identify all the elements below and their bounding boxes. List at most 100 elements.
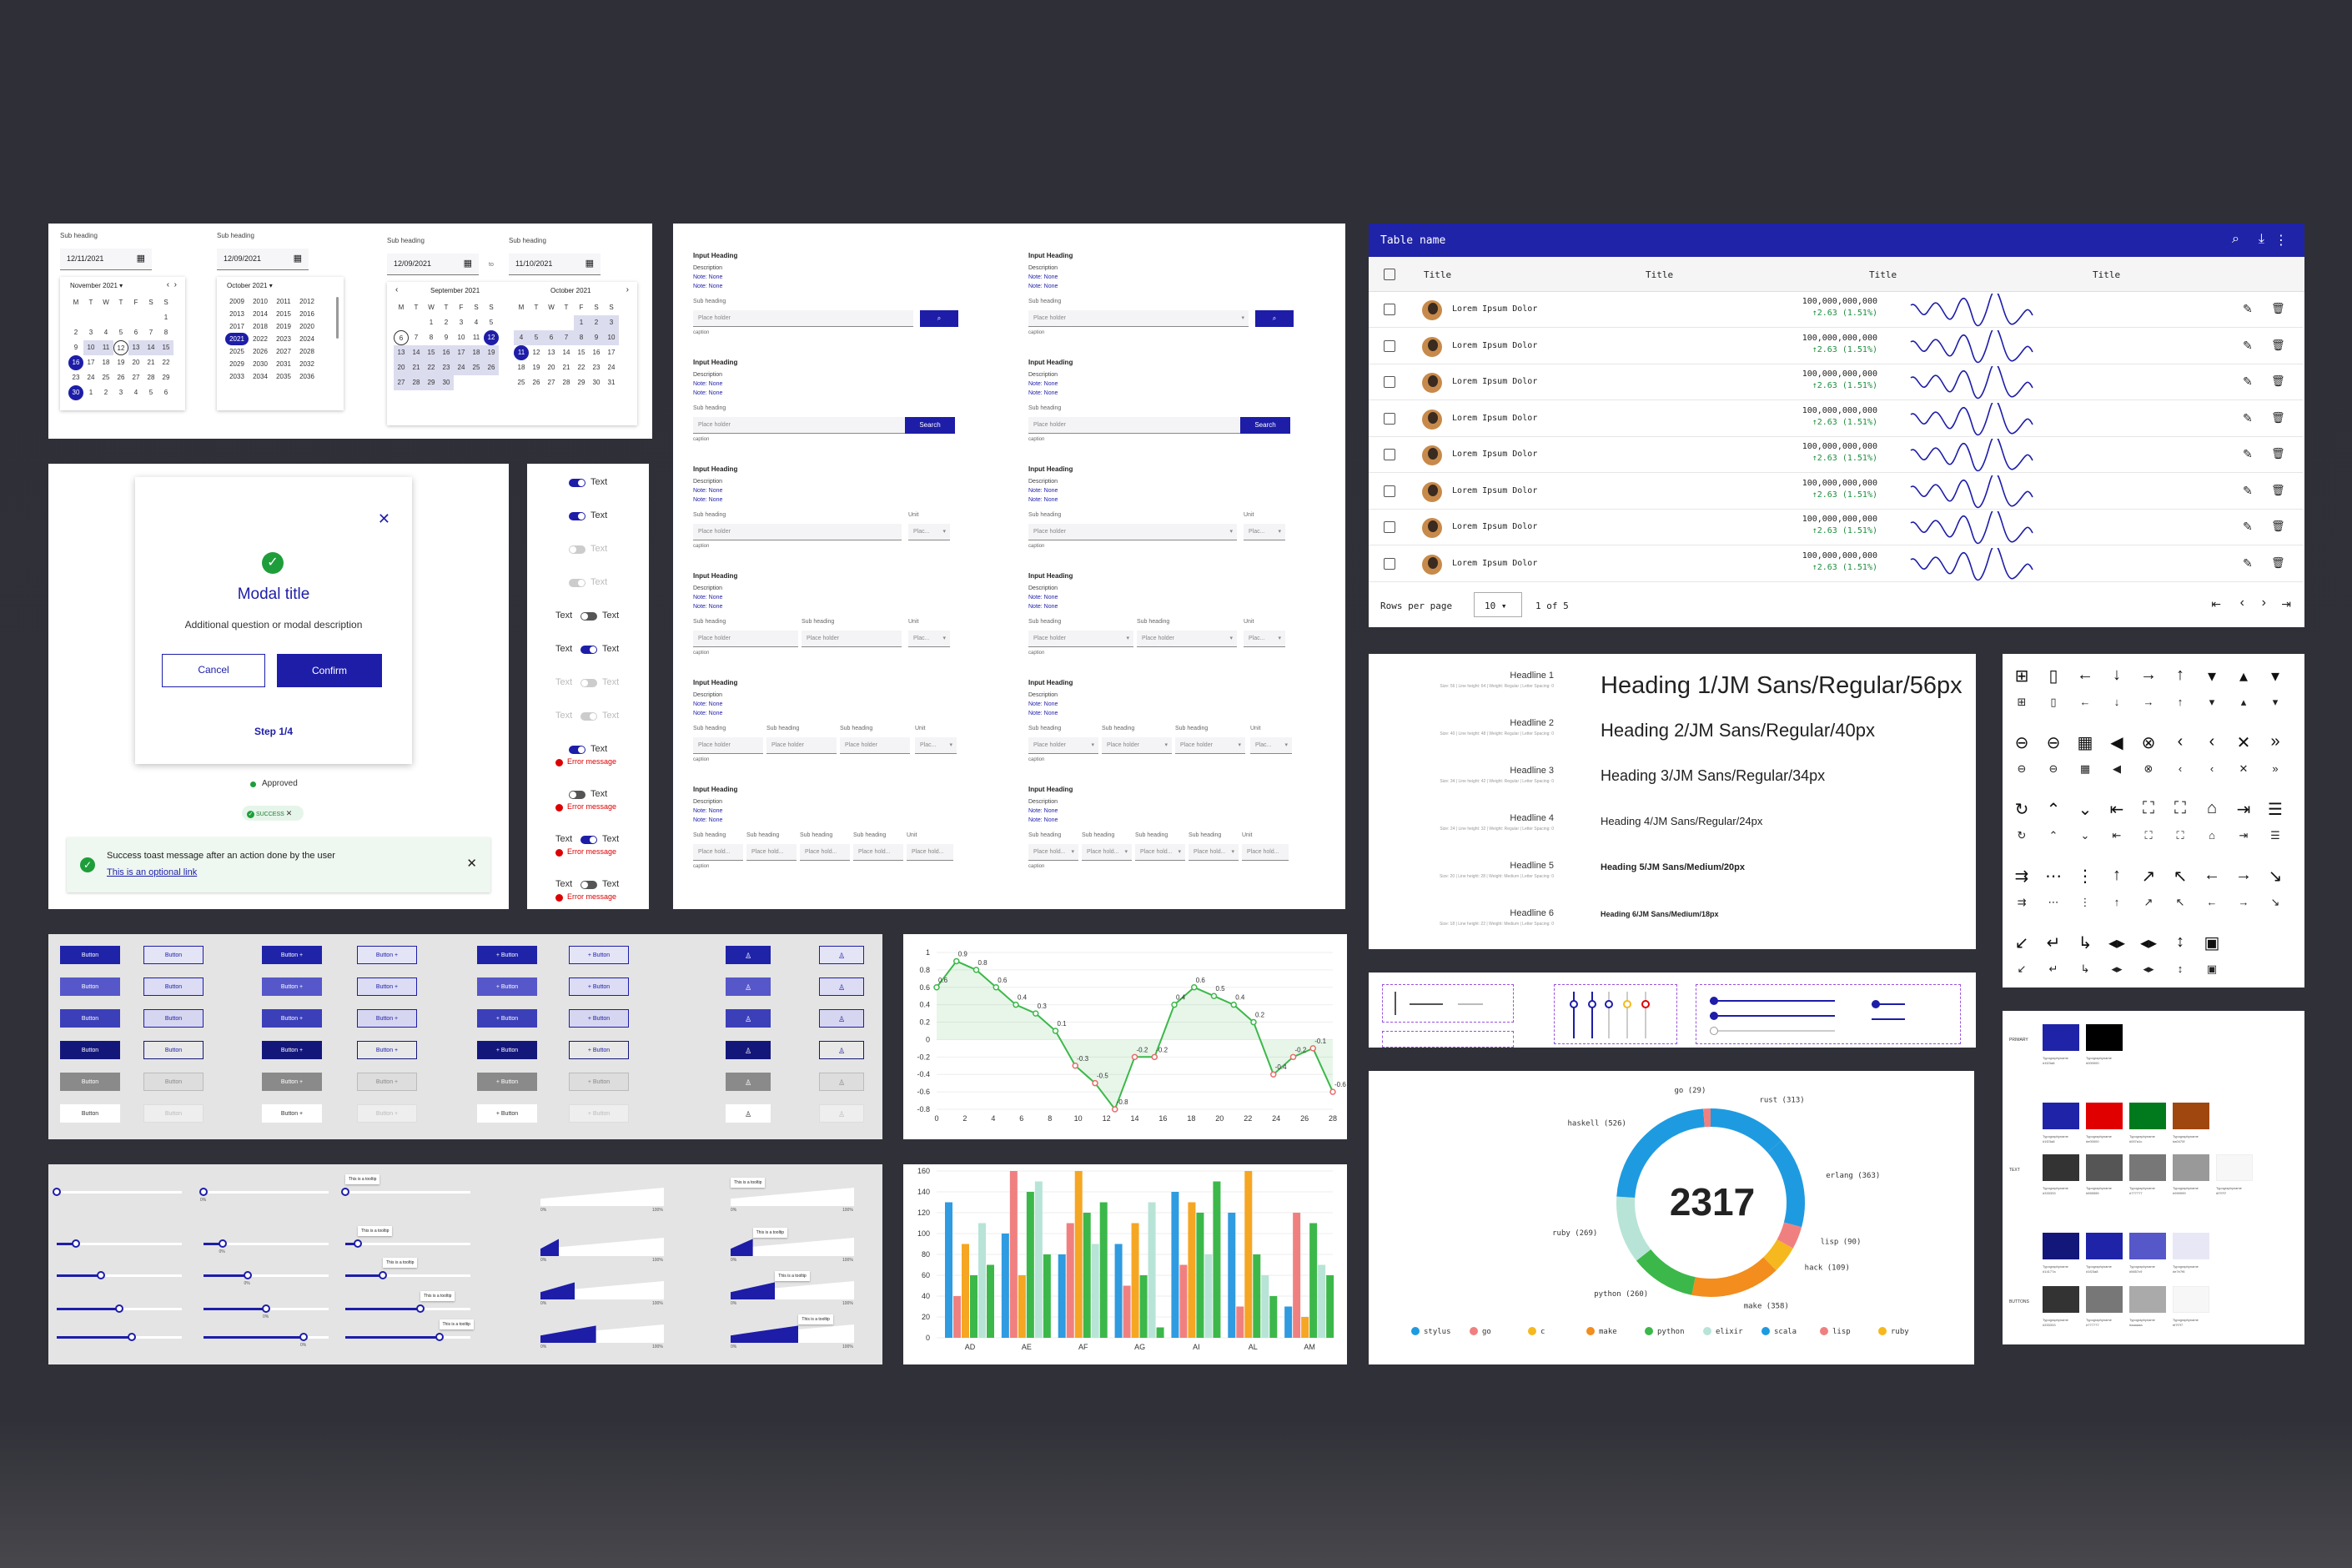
- last-page-icon[interactable]: ⇥: [2281, 597, 2291, 611]
- calendar-day[interactable]: 28: [559, 375, 574, 390]
- button[interactable]: Button: [60, 1041, 120, 1059]
- toggle-switch[interactable]: [569, 479, 585, 487]
- slider-thumb[interactable]: [299, 1333, 308, 1341]
- calendar-day[interactable]: 14: [409, 345, 424, 360]
- search-icon[interactable]: ⌕: [2232, 232, 2239, 247]
- year-option[interactable]: 2023: [272, 333, 295, 345]
- button[interactable]: Button: [143, 1009, 204, 1028]
- text-input[interactable]: Place hold...: [1242, 844, 1289, 861]
- table-row[interactable]: Lorem Ipsum Dolor 100,000,000,000 ↑2.63 (1…: [1369, 329, 2303, 364]
- calendar-day[interactable]: 3: [454, 315, 469, 330]
- text-input[interactable]: Place hold... ▾: [1028, 844, 1078, 861]
- button[interactable]: + Button: [477, 1104, 537, 1123]
- calendar-grid[interactable]: M T W T F S S 1 2 3 4 5 6 7 8 9 10 11 12 13 14 15 16 17 18 19 20 21…: [68, 295, 173, 400]
- edit-icon[interactable]: ✎: [2243, 556, 2253, 570]
- icon-button[interactable]: ♙: [819, 946, 864, 964]
- edit-icon[interactable]: ✎: [2243, 411, 2253, 425]
- calendar-day[interactable]: 4: [98, 325, 113, 340]
- month-nav[interactable]: ‹ ›: [167, 280, 177, 289]
- edit-icon[interactable]: ✎: [2243, 339, 2253, 353]
- calendar-day[interactable]: 28: [409, 375, 424, 390]
- year-option[interactable]: 2033: [225, 370, 249, 383]
- year-option[interactable]: 2034: [249, 370, 272, 383]
- slider-thumb[interactable]: [341, 1188, 349, 1196]
- year-option[interactable]: 2018: [249, 320, 272, 333]
- horizontal-sliders[interactable]: [1696, 984, 1961, 1044]
- calendar-day[interactable]: 12: [484, 330, 499, 345]
- row-checkbox[interactable]: [1384, 521, 1395, 533]
- icon-button[interactable]: ♙: [726, 946, 771, 964]
- slider-thumb[interactable]: [354, 1239, 362, 1248]
- calendar-day[interactable]: 9: [439, 330, 454, 345]
- slider-thumb[interactable]: [243, 1271, 252, 1279]
- slider-thumb[interactable]: [1605, 1000, 1613, 1008]
- calendar-day[interactable]: 23: [589, 360, 604, 375]
- search-button[interactable]: ⌕: [1255, 310, 1294, 327]
- calendar-day[interactable]: 13: [128, 340, 143, 355]
- text-input[interactable]: Place holder: [802, 631, 902, 647]
- toggle-switch[interactable]: [569, 791, 585, 799]
- calendar-day[interactable]: 27: [128, 370, 143, 385]
- edit-icon[interactable]: ✎: [2243, 447, 2253, 461]
- rows-per-page-select[interactable]: 10 ▾: [1474, 592, 1522, 617]
- month-select[interactable]: November 2021 ▾: [70, 282, 123, 289]
- text-input[interactable]: Place holder▾: [1028, 524, 1237, 540]
- row-checkbox[interactable]: [1384, 557, 1395, 570]
- calendar-day[interactable]: 19: [484, 345, 499, 360]
- scrollbar[interactable]: [336, 297, 339, 339]
- calendar-day[interactable]: 30: [68, 385, 83, 400]
- calendar-day[interactable]: 6: [128, 325, 143, 340]
- row-checkbox[interactable]: [1384, 304, 1395, 315]
- calendar-day[interactable]: 4: [128, 385, 143, 400]
- year-option[interactable]: 2022: [249, 333, 272, 345]
- icon-button[interactable]: ♙: [819, 1009, 864, 1028]
- calendar-day[interactable]: 10: [83, 340, 98, 355]
- icon-button[interactable]: ♙: [726, 977, 771, 996]
- slider-thumb[interactable]: [379, 1271, 387, 1279]
- calendar-day[interactable]: 12: [113, 340, 128, 355]
- slider-thumb[interactable]: [1641, 1000, 1650, 1008]
- text-input[interactable]: Place hold...: [853, 844, 903, 861]
- download-icon[interactable]: ⤓: [2259, 232, 2264, 247]
- year-grid[interactable]: 2009 2010 2011 2012 2013 2014 2015 2016 2017 2018…: [225, 295, 319, 383]
- year-option[interactable]: 2021: [225, 333, 249, 345]
- prev-month-icon[interactable]: ‹: [395, 285, 398, 294]
- button[interactable]: Button: [60, 1073, 120, 1091]
- calendar-day[interactable]: 13: [394, 345, 409, 360]
- icon-button[interactable]: ♙: [819, 1041, 864, 1059]
- text-input[interactable]: Place holder▾: [1028, 310, 1249, 327]
- year-option[interactable]: 2016: [295, 308, 319, 320]
- year-option[interactable]: 2035: [272, 370, 295, 383]
- calendar-day[interactable]: 2: [589, 315, 604, 330]
- calendar-day[interactable]: 5: [113, 325, 128, 340]
- select-all-checkbox[interactable]: [1384, 269, 1395, 280]
- text-input[interactable]: Place holder: [840, 737, 910, 754]
- calendar-day[interactable]: 6: [394, 330, 409, 345]
- button[interactable]: Button +: [357, 1104, 417, 1123]
- calendar-day[interactable]: 17: [83, 355, 98, 370]
- delete-icon[interactable]: 🗑: [2271, 302, 2285, 315]
- calendar-day[interactable]: 15: [158, 340, 173, 355]
- icon-button[interactable]: ♙: [726, 1104, 771, 1123]
- icon-button[interactable]: ♙: [819, 977, 864, 996]
- slider-thumb[interactable]: [1570, 1000, 1578, 1008]
- slider-track[interactable]: [204, 1191, 329, 1194]
- slider-thumb[interactable]: [115, 1304, 123, 1313]
- button[interactable]: + Button: [477, 977, 537, 996]
- calendar-day[interactable]: 31: [604, 375, 619, 390]
- button[interactable]: Button: [60, 946, 120, 964]
- text-input[interactable]: Place hold... ▾: [1135, 844, 1185, 861]
- text-input[interactable]: Place holder▾: [1102, 737, 1172, 754]
- calendar-day[interactable]: 8: [158, 325, 173, 340]
- slider-track[interactable]: [345, 1243, 470, 1245]
- button[interactable]: + Button: [477, 1041, 537, 1059]
- search-button[interactable]: Search: [905, 417, 955, 434]
- text-input[interactable]: Place holder: [766, 737, 837, 754]
- year-option[interactable]: 2009: [225, 295, 249, 308]
- calendar-day[interactable]: 18: [469, 345, 484, 360]
- year-option[interactable]: 2028: [295, 345, 319, 358]
- year-option[interactable]: 2032: [295, 358, 319, 370]
- calendar-day[interactable]: 20: [544, 360, 559, 375]
- calendar-icon[interactable]: ▦: [464, 258, 472, 269]
- slider-thumb[interactable]: [96, 1271, 105, 1279]
